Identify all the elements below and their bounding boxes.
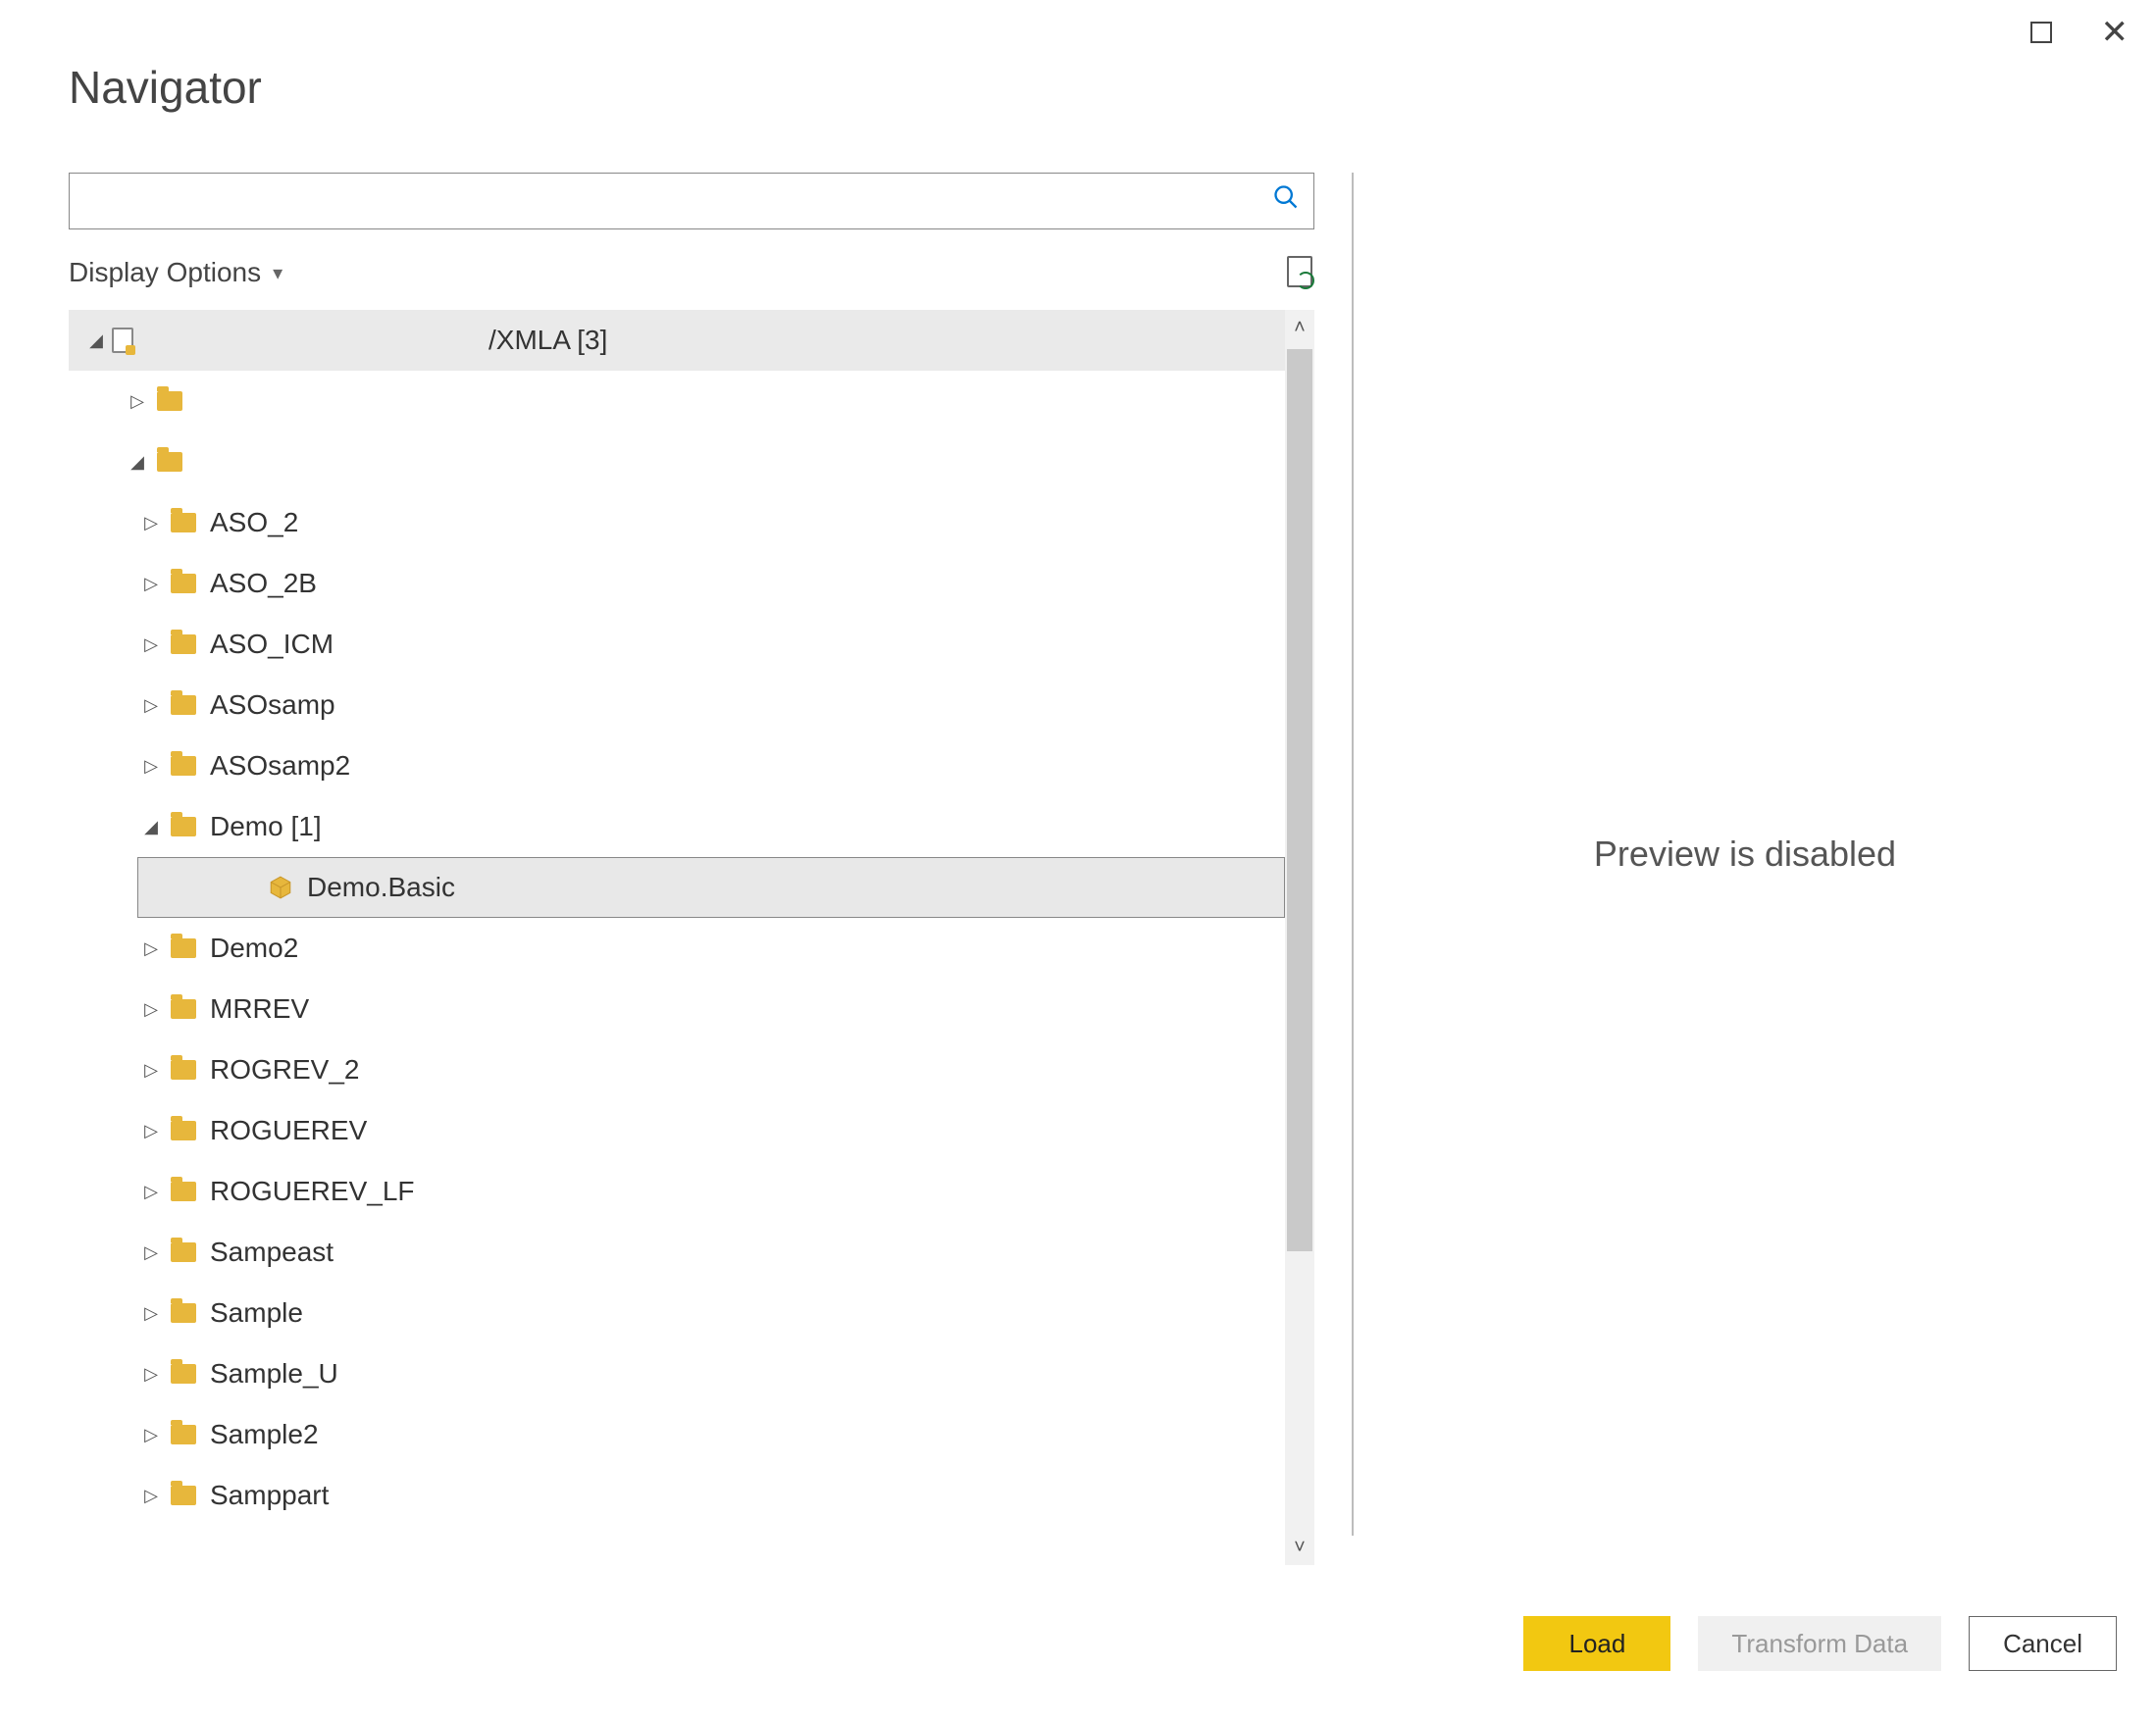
preview-message: Preview is disabled <box>1594 834 1896 875</box>
expand-toggle-icon[interactable]: ▷ <box>139 574 163 594</box>
tree-node[interactable]: Demo.Basic <box>137 857 1285 918</box>
scrollbar-thumb[interactable] <box>1287 349 1312 1251</box>
expand-toggle-icon[interactable]: ▷ <box>139 999 163 1020</box>
tree-node-label: Demo [1] <box>210 811 322 842</box>
tree-node[interactable]: ▷ ASO_2B <box>69 553 1285 614</box>
tree-node[interactable]: ▷ Sample2 <box>69 1404 1285 1465</box>
tree-node-label: Sample_U <box>210 1358 338 1390</box>
tree-node[interactable]: ◢ Demo [1] <box>69 796 1285 857</box>
load-button[interactable]: Load <box>1523 1616 1670 1671</box>
tree-node[interactable]: ▷ ROGREV_2 <box>69 1039 1285 1100</box>
tree-node-label: ROGUEREV_LF <box>210 1176 415 1207</box>
tree-node-label: Sampeast <box>210 1237 334 1268</box>
close-window-icon[interactable]: ✕ <box>2101 16 2130 49</box>
tree-node-label: ASO_2 <box>210 507 298 538</box>
expand-toggle-icon[interactable]: ▷ <box>139 756 163 777</box>
folder-icon <box>171 1121 196 1140</box>
tree-node[interactable]: ▷ Sampeast <box>69 1222 1285 1283</box>
tree-node[interactable]: ▷ ASO_ICM <box>69 614 1285 675</box>
expand-toggle-icon[interactable]: ▷ <box>139 1425 163 1445</box>
tree-node-label: /XMLA [3] <box>488 325 607 356</box>
tree-view[interactable]: ◢ /XMLA [3] ▷ ◢ ▷ ASO_2 ▷ ASO_2B ▷ ASO_ICM ▷ ASOs… <box>69 310 1285 1565</box>
transform-data-button[interactable]: Transform Data <box>1698 1616 1941 1671</box>
scrollbar[interactable]: ˄ ˅ <box>1285 310 1314 1565</box>
folder-icon <box>171 938 196 958</box>
dialog-title: Navigator <box>69 61 262 114</box>
preview-panel: Preview is disabled <box>1373 173 2117 1536</box>
expand-toggle-icon[interactable]: ▷ <box>139 1121 163 1141</box>
search-container <box>69 173 1314 229</box>
tree-node-label: Sample <box>210 1297 303 1329</box>
tree-node[interactable]: ▷ ASOsamp2 <box>69 735 1285 796</box>
folder-icon <box>171 574 196 593</box>
folder-icon <box>171 1425 196 1444</box>
tree-node[interactable]: ▷ Samppart <box>69 1465 1285 1526</box>
folder-icon <box>171 1486 196 1505</box>
tree-node-label: ASOsamp2 <box>210 750 350 782</box>
restore-window-icon[interactable] <box>2030 22 2052 43</box>
tree-node-label: ROGREV_2 <box>210 1054 360 1086</box>
expand-toggle-icon[interactable]: ▷ <box>139 634 163 655</box>
cancel-button[interactable]: Cancel <box>1969 1616 2117 1671</box>
tree-node[interactable]: ▷ <box>69 371 1285 431</box>
folder-icon <box>171 1364 196 1384</box>
tree-node-label: MRREV <box>210 993 309 1025</box>
search-input[interactable] <box>70 174 1257 228</box>
expand-toggle-icon[interactable]: ▷ <box>139 513 163 533</box>
folder-icon <box>171 1303 196 1323</box>
scroll-down-icon[interactable]: ˅ <box>1285 1530 1314 1565</box>
tree-node[interactable]: ▷ Demo2 <box>69 918 1285 979</box>
expand-toggle-icon[interactable]: ▷ <box>139 1486 163 1506</box>
folder-icon <box>171 1242 196 1262</box>
chevron-down-icon: ▾ <box>273 261 282 285</box>
tree-node-label: Sample2 <box>210 1419 319 1450</box>
folder-icon <box>171 999 196 1019</box>
search-icon[interactable] <box>1272 183 1300 219</box>
tree-node[interactable]: ◢ <box>69 431 1285 492</box>
folder-icon <box>157 452 182 472</box>
expand-toggle-icon[interactable]: ▷ <box>139 1242 163 1263</box>
collapse-toggle-icon[interactable]: ◢ <box>139 817 163 837</box>
tree-node[interactable]: ▷ ASOsamp <box>69 675 1285 735</box>
folder-icon <box>171 695 196 715</box>
expand-toggle-icon[interactable]: ▷ <box>139 1303 163 1324</box>
collapse-toggle-icon[interactable]: ◢ <box>126 452 149 473</box>
expand-toggle-icon[interactable]: ▷ <box>139 695 163 716</box>
tree-node-label: Demo2 <box>210 933 298 964</box>
expand-toggle-icon[interactable]: ▷ <box>139 1060 163 1081</box>
folder-icon <box>171 1182 196 1201</box>
tree-node-label: ASO_2B <box>210 568 317 599</box>
folder-icon <box>171 634 196 654</box>
cube-icon <box>268 875 293 900</box>
tree-node[interactable]: ▷ ROGUEREV_LF <box>69 1161 1285 1222</box>
refresh-preview-icon[interactable] <box>1287 256 1314 289</box>
tree-node-label: Demo.Basic <box>307 872 455 903</box>
datasource-icon <box>112 328 133 353</box>
display-options-label: Display Options <box>69 257 261 288</box>
folder-icon <box>171 817 196 836</box>
tree-node-label: Samppart <box>210 1480 329 1511</box>
folder-icon <box>171 756 196 776</box>
tree-node[interactable]: ▷ ASO_2 <box>69 492 1285 553</box>
tree-root-node[interactable]: ◢ /XMLA [3] <box>69 310 1285 371</box>
folder-icon <box>157 391 182 411</box>
expand-toggle-icon[interactable]: ▷ <box>126 391 149 412</box>
tree-node[interactable]: ▷ ROGUEREV <box>69 1100 1285 1161</box>
tree-node[interactable]: ▷ MRREV <box>69 979 1285 1039</box>
tree-node-label: ASOsamp <box>210 689 335 721</box>
tree-node[interactable]: ▷ Sample_U <box>69 1343 1285 1404</box>
folder-icon <box>171 513 196 532</box>
tree-node-label: ROGUEREV <box>210 1115 367 1146</box>
expand-toggle-icon[interactable]: ▷ <box>139 1182 163 1202</box>
tree-node-label: ASO_ICM <box>210 629 334 660</box>
expand-toggle-icon[interactable]: ◢ <box>84 330 108 351</box>
vertical-divider <box>1352 173 1354 1536</box>
folder-icon <box>171 1060 196 1080</box>
scroll-up-icon[interactable]: ˄ <box>1285 310 1314 345</box>
expand-toggle-icon[interactable]: ▷ <box>139 1364 163 1385</box>
expand-toggle-icon[interactable]: ▷ <box>139 938 163 959</box>
display-options-dropdown[interactable]: Display Options ▾ <box>69 257 282 288</box>
tree-node[interactable]: ▷ Sample <box>69 1283 1285 1343</box>
